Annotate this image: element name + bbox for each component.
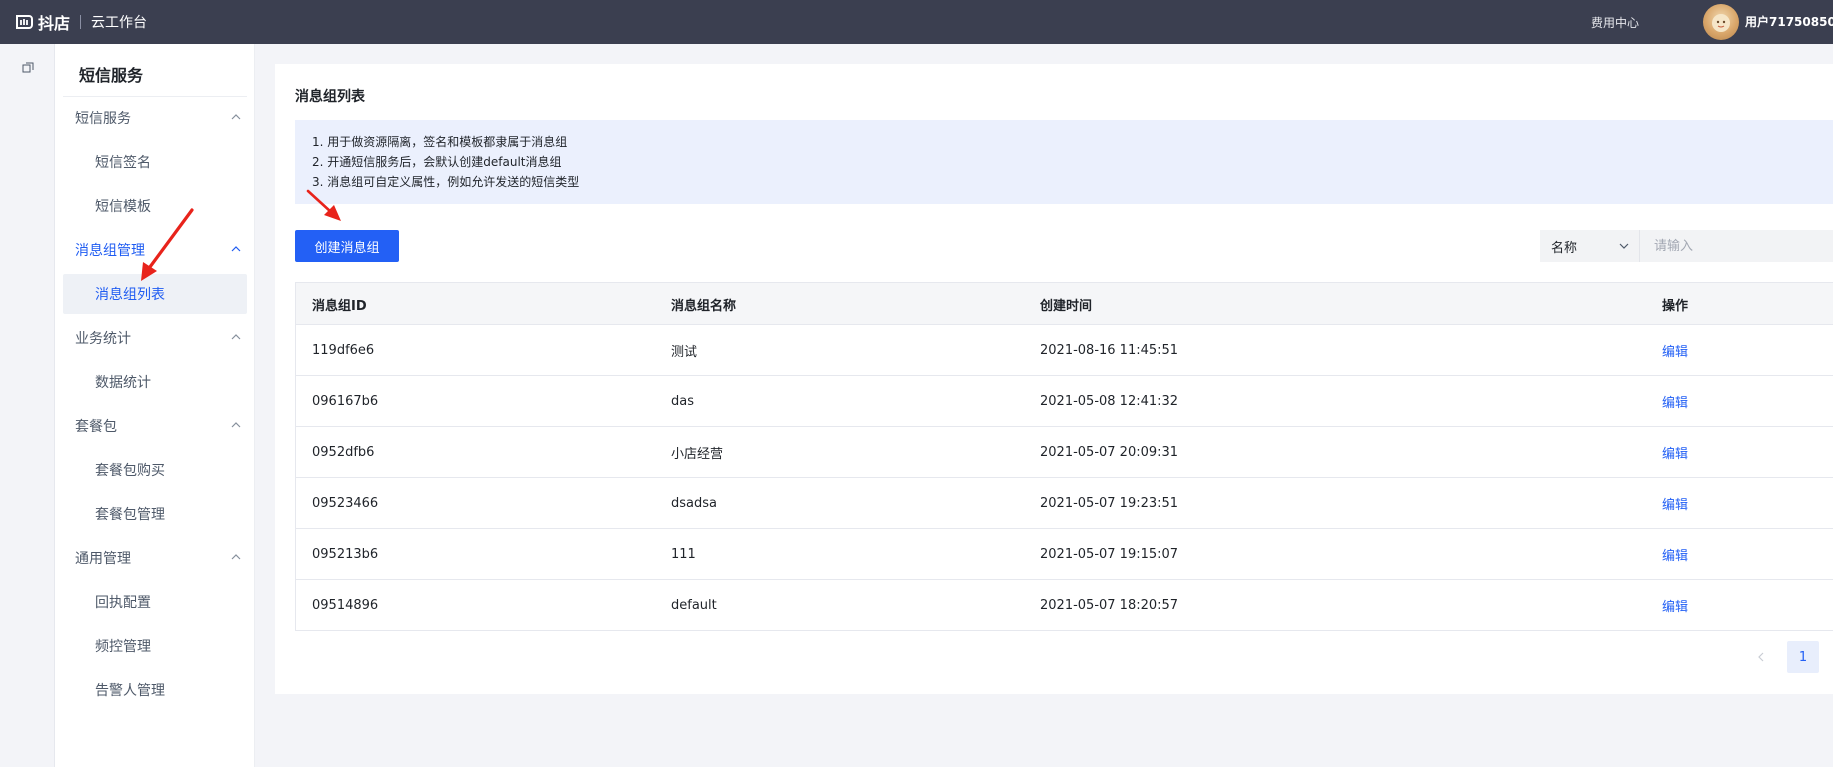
sidebar-group-label: 消息组管理 [75,243,145,259]
prev-page-button[interactable] [1745,641,1777,673]
sidebar-item-sms-signature[interactable]: 短信签名 [63,142,247,182]
column-header-name: 消息组名称 [671,298,737,314]
collapse-sidebar-icon[interactable] [22,62,34,74]
column-header-id: 消息组ID [312,298,367,314]
brand-subtitle: 云工作台 [91,15,148,31]
table-row: 095213b6 111 2021-05-07 19:15:07 编辑 [296,529,1833,580]
sidebar-divider [63,96,247,97]
cell-created: 2021-05-07 20:09:31 [1040,445,1179,460]
left-rail [0,44,55,767]
sidebar-item-label: 频控管理 [95,639,151,655]
create-message-group-button[interactable]: 创建消息组 [295,230,399,262]
edit-link[interactable]: 编辑 [1662,325,1688,376]
sidebar-group-message-group-management[interactable]: 消息组管理 [55,230,255,270]
sidebar-item-receipt-config[interactable]: 回执配置 [63,582,247,622]
cell-created: 2021-05-07 19:23:51 [1040,496,1179,511]
table-row: 0952dfb6 小店经营 2021-05-07 20:09:31 编辑 [296,427,1833,478]
sidebar-item-data-stats[interactable]: 数据统计 [63,362,247,402]
cell-id: 119df6e6 [312,343,375,358]
cell-name: dsadsa [671,496,717,511]
filter-select-value: 名称 [1551,240,1578,256]
table-row: 09523466 dsadsa 2021-05-07 19:23:51 编辑 [296,478,1833,529]
chevron-left-icon [1758,652,1764,662]
sidebar-item-package-purchase[interactable]: 套餐包购买 [63,450,247,490]
sidebar-group-sms-service[interactable]: 短信服务 [55,98,255,138]
cell-name: default [671,598,717,613]
cell-id: 096167b6 [312,394,379,409]
pagination: 1 [1745,641,1819,673]
edit-link[interactable]: 编辑 [1662,580,1688,631]
sidebar-item-sms-template[interactable]: 短信模板 [63,186,247,226]
avatar[interactable] [1703,4,1739,40]
cell-id: 09523466 [312,496,379,511]
main-card: 消息组列表 1. 用于做资源隔离，签名和模板都隶属于消息组 2. 开通短信服务后… [275,64,1833,694]
cell-name: 测试 [671,345,698,360]
table-row: 119df6e6 测试 2021-08-16 11:45:51 编辑 [296,325,1833,376]
sidebar-item-message-group-list[interactable]: 消息组列表 [63,274,247,314]
sidebar-item-label: 消息组列表 [95,287,165,303]
sidebar-group-package[interactable]: 套餐包 [55,406,255,446]
edit-link[interactable]: 编辑 [1662,376,1688,427]
sidebar-group-label: 套餐包 [75,419,117,435]
notice-line: 2. 开通短信服务后，会默认创建default消息组 [312,155,562,169]
top-header: 抖店 云工作台 费用中心 用户7175085049 [0,0,1833,44]
edit-link[interactable]: 编辑 [1662,529,1688,580]
message-group-table: 消息组ID 消息组名称 创建时间 操作 119df6e6 测试 2021-08-… [295,282,1833,631]
brand[interactable]: 抖店 云工作台 [14,10,147,34]
brand-logo-icon [16,15,33,29]
chevron-up-icon [231,422,241,428]
table-header: 消息组ID 消息组名称 创建时间 操作 [296,283,1833,325]
sidebar-group-label: 业务统计 [75,331,131,347]
cell-id: 095213b6 [312,547,379,562]
page-title: 消息组列表 [295,89,365,105]
user-name[interactable]: 用户7175085049 [1745,13,1833,30]
sidebar-group-label: 通用管理 [75,551,131,567]
sidebar-item-label: 套餐包购买 [95,463,165,479]
chevron-up-icon [231,334,241,340]
sidebar-item-label: 短信签名 [95,155,151,171]
sidebar: 短信服务 短信服务 短信签名 短信模板 消息组管理 消息组列表 业务统计 数据统… [55,44,255,767]
filter-field-select[interactable]: 名称 [1540,230,1640,262]
sidebar-group-business-stats[interactable]: 业务统计 [55,318,255,358]
chevron-up-icon [231,246,241,252]
page-number-button[interactable]: 1 [1787,641,1819,673]
sidebar-item-alert-contacts[interactable]: 告警人管理 [63,670,247,710]
edit-link[interactable]: 编辑 [1662,427,1688,478]
cell-created: 2021-08-16 11:45:51 [1040,343,1179,358]
chevron-up-icon [231,114,241,120]
chevron-down-icon [1619,243,1629,249]
sidebar-item-label: 短信模板 [95,199,151,215]
notice-line: 1. 用于做资源隔离，签名和模板都隶属于消息组 [312,135,568,149]
column-header-created: 创建时间 [1040,298,1093,314]
sidebar-title: 短信服务 [79,66,144,85]
sidebar-group-general-management[interactable]: 通用管理 [55,538,255,578]
cell-name: das [671,394,694,409]
sidebar-item-label: 告警人管理 [95,683,165,699]
cell-id: 0952dfb6 [312,445,375,460]
cell-created: 2021-05-08 12:41:32 [1040,394,1179,409]
search-input[interactable] [1640,230,1833,262]
sidebar-item-frequency-control[interactable]: 频控管理 [63,626,247,666]
fee-center-link[interactable]: 费用中心 [1591,14,1639,31]
sidebar-item-label: 回执配置 [95,595,151,611]
brand-divider [80,15,82,29]
cell-name: 小店经营 [671,447,724,462]
cell-name: 111 [671,547,696,562]
cell-created: 2021-05-07 18:20:57 [1040,598,1179,613]
sidebar-group-label: 短信服务 [75,111,131,127]
sidebar-item-package-management[interactable]: 套餐包管理 [63,494,247,534]
cell-id: 09514896 [312,598,379,613]
table-row: 09514896 default 2021-05-07 18:20:57 编辑 [296,580,1833,631]
cell-created: 2021-05-07 19:15:07 [1040,547,1179,562]
column-header-action: 操作 [1662,298,1689,314]
info-notice: 1. 用于做资源隔离，签名和模板都隶属于消息组 2. 开通短信服务后，会默认创建… [295,120,1833,204]
avatar-face-icon [1712,14,1730,32]
edit-link[interactable]: 编辑 [1662,478,1688,529]
sidebar-item-label: 数据统计 [95,375,151,391]
chevron-up-icon [231,554,241,560]
sidebar-item-label: 套餐包管理 [95,507,165,523]
notice-line: 3. 消息组可自定义属性，例如允许发送的短信类型 [312,175,580,189]
brand-name: 抖店 [38,14,71,33]
table-row: 096167b6 das 2021-05-08 12:41:32 编辑 [296,376,1833,427]
